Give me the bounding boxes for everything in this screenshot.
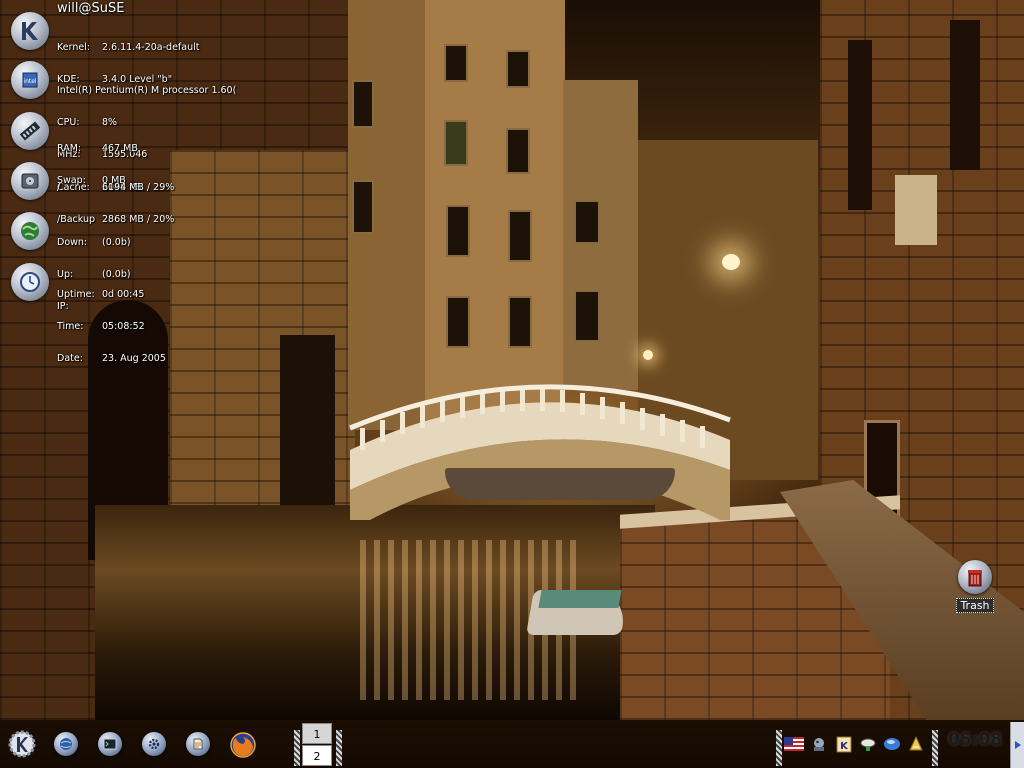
firefox-icon xyxy=(230,732,256,758)
network-globe-icon xyxy=(11,212,49,250)
window xyxy=(444,44,468,82)
time-label: Time: xyxy=(57,320,84,332)
gecko-icon xyxy=(814,738,824,751)
tray-klipper[interactable]: K xyxy=(834,734,854,754)
cpu-icon: intel xyxy=(11,61,49,99)
tray-notes[interactable] xyxy=(906,734,926,754)
globe-icon xyxy=(54,732,78,756)
pager-desktop-1[interactable]: 1 xyxy=(302,723,332,744)
date-value: 23. Aug 2005 xyxy=(102,353,166,365)
tray-keyboard-flag[interactable] xyxy=(784,734,804,754)
kmenu-button[interactable] xyxy=(6,728,38,760)
arrow-right-icon xyxy=(1015,741,1021,749)
trash-icon[interactable] xyxy=(958,560,992,594)
notes-icon xyxy=(909,735,923,751)
boat-cover xyxy=(538,590,622,608)
window xyxy=(574,200,600,244)
hard-disk-icon xyxy=(11,162,49,200)
window xyxy=(352,80,374,128)
gear-icon xyxy=(142,732,166,756)
down-value: (0.0b) xyxy=(102,236,131,248)
tray-handle-right[interactable] xyxy=(932,730,938,766)
terminal-icon xyxy=(98,732,122,756)
right-building-window xyxy=(950,20,980,170)
tray-bluetooth[interactable] xyxy=(882,734,902,754)
disk-root-label: / xyxy=(57,181,61,193)
boat xyxy=(445,468,675,500)
window xyxy=(508,210,532,262)
window xyxy=(444,120,468,166)
street-lamp xyxy=(643,350,653,360)
window xyxy=(506,50,530,88)
launcher-terminal[interactable] xyxy=(96,730,124,758)
tray-network[interactable] xyxy=(858,734,878,754)
time-value: 05:08:52 xyxy=(102,320,145,332)
launcher-office[interactable] xyxy=(184,730,212,758)
kde-logo-icon xyxy=(11,12,49,50)
wall-plaque xyxy=(895,175,937,245)
window xyxy=(574,290,600,342)
kde-k-gear-icon xyxy=(8,730,36,758)
pager-handle-right[interactable] xyxy=(336,730,342,766)
launcher-control-center[interactable] xyxy=(140,730,168,758)
clipboard-icon: K xyxy=(836,736,852,753)
svg-text:intel: intel xyxy=(23,78,37,85)
down-label: Down: xyxy=(57,236,88,248)
memory-icon xyxy=(11,112,49,150)
disk-root-value: 6194 MB / 29% xyxy=(102,181,175,193)
office-document-icon xyxy=(186,732,210,756)
time-info: Uptime: 0d 00:45 Time: 05:08:52 Date: 23. A… xyxy=(57,268,166,387)
pager-handle-left[interactable] xyxy=(294,730,300,766)
window xyxy=(506,128,530,174)
date-label: Date: xyxy=(57,353,83,365)
launcher-suse-help[interactable] xyxy=(52,730,80,758)
street-lamp xyxy=(722,254,740,270)
network-status-icon xyxy=(860,738,876,751)
cpu-model: Intel(R) Pentium(R) M processor 1.60( xyxy=(57,84,237,96)
trash-desktop-icon[interactable]: Trash xyxy=(950,560,1000,613)
svg-text:K: K xyxy=(840,741,849,752)
tray-handle-left[interactable] xyxy=(776,730,782,766)
uptime-value: 0d 00:45 xyxy=(102,288,145,300)
ram-value: 467 MB xyxy=(102,142,138,154)
uptime-label: Uptime: xyxy=(57,288,95,300)
clock-icon xyxy=(11,263,49,301)
tray-suse-watcher[interactable] xyxy=(809,734,829,754)
pager-desktop-2[interactable]: 2 xyxy=(302,745,332,766)
kernel-value: 2.6.11.4-20a-default xyxy=(102,41,200,53)
blue-orb-icon xyxy=(884,738,900,750)
kernel-label: Kernel: xyxy=(57,41,91,53)
right-building-window xyxy=(848,40,872,210)
window xyxy=(446,205,470,257)
panel-clock[interactable]: 05:08 xyxy=(948,730,1002,750)
desktop-wallpaper: will@SuSE Kernel: 2.6.11.4-20a-default K D… xyxy=(0,0,1024,768)
window xyxy=(352,180,374,234)
user-host-label: will@SuSE xyxy=(57,1,125,16)
launcher-firefox[interactable] xyxy=(228,730,258,760)
window xyxy=(508,296,532,348)
window xyxy=(446,296,470,348)
ram-label: RAM: xyxy=(57,142,82,154)
panel-hide-button[interactable] xyxy=(1010,722,1024,768)
trash-label: Trash xyxy=(956,598,994,613)
us-flag-icon xyxy=(784,737,804,751)
